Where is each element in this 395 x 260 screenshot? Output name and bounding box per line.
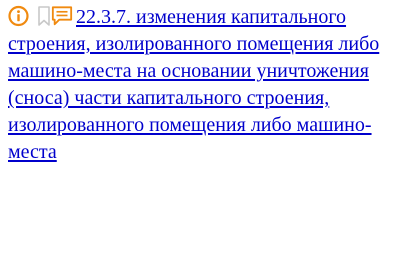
- document-entry: 22.3.7. изменения капитального строения,…: [8, 4, 393, 166]
- section-link[interactable]: 22.3.7. изменения капитального строения,…: [8, 6, 379, 163]
- comment-icon[interactable]: [51, 4, 75, 28]
- bookmark-icon[interactable]: [33, 4, 50, 28]
- info-circle-icon[interactable]: [8, 4, 29, 28]
